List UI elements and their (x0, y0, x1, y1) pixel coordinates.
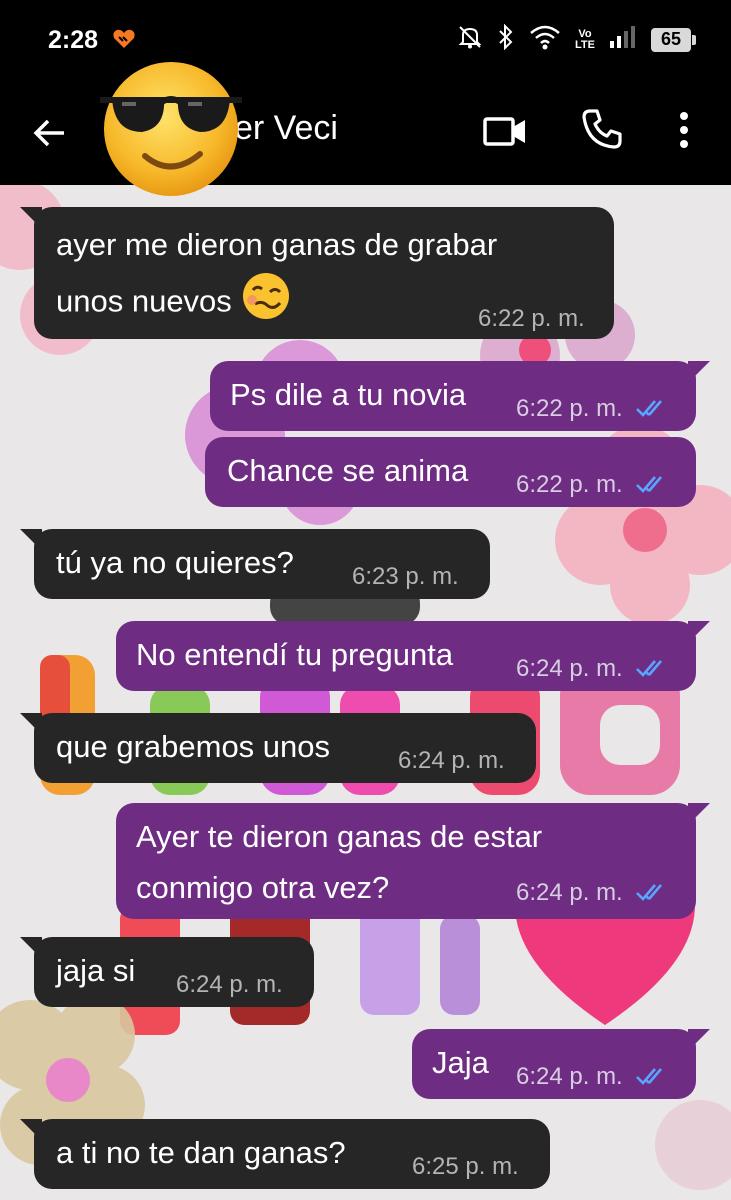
voice-call-button[interactable] (580, 107, 624, 151)
video-call-button[interactable] (482, 111, 528, 151)
notification-app-icon (112, 28, 136, 55)
message-text: conmigo otra vez? (136, 870, 390, 905)
bluetooth-icon (497, 23, 515, 55)
message-text: Ayer te dieron ganas de estar (136, 819, 543, 854)
back-button[interactable] (30, 113, 70, 153)
message-incoming[interactable]: tú ya no quieres? 6:23 p. m. (20, 529, 490, 599)
phone-icon (582, 109, 622, 149)
read-receipt-icon (635, 880, 669, 908)
message-incoming[interactable]: a ti no te dan ganas? 6:25 p. m. (20, 1119, 550, 1189)
message-outgoing[interactable]: Ayer te dieron ganas de estar conmigo ot… (116, 803, 710, 919)
message-time: 6:24 p. m. (398, 747, 505, 774)
message-time: 6:24 p. m. (176, 971, 283, 998)
signal-icon (609, 25, 637, 54)
read-receipt-icon (635, 1064, 669, 1092)
message-outgoing[interactable]: Jaja 6:24 p. m. (412, 1029, 710, 1099)
read-receipt-icon (635, 472, 669, 500)
message-text: ayer me dieron ganas de grabar (56, 227, 498, 262)
message-list: ayer me dieron ganas de grabar unos nuev… (0, 185, 731, 1200)
message-outgoing[interactable]: No entendí tu pregunta 6:24 p. m. (116, 621, 710, 691)
mute-bell-icon (457, 24, 483, 55)
message-time: 6:23 p. m. (352, 563, 459, 590)
message-text: No entendí tu pregunta (136, 637, 454, 672)
message-outgoing[interactable]: Ps dile a tu novia 6:22 p. m. (210, 361, 710, 431)
battery-indicator: 65 (651, 27, 696, 52)
message-time: 6:25 p. m. (412, 1153, 519, 1180)
message-incoming[interactable]: jaja si 6:24 p. m. (20, 937, 314, 1007)
video-call-icon (483, 117, 525, 146)
message-time: 6:24 p. m. (516, 879, 623, 906)
arrow-back-icon (33, 119, 64, 147)
more-vert-icon (680, 112, 688, 148)
message-outgoing[interactable]: Chance se anima 6:22 p. m. (205, 437, 696, 507)
message-text: jaja si (56, 953, 136, 988)
message-text: Ps dile a tu novia (230, 377, 467, 412)
message-text: que grabemos unos (56, 729, 331, 764)
message-incoming[interactable]: ayer me dieron ganas de grabar unos nuev… (20, 207, 614, 339)
message-time: 6:22 p. m. (516, 395, 623, 422)
read-receipt-icon (635, 656, 669, 684)
more-options-button[interactable] (672, 107, 696, 153)
sunglasses-emoji-icon (100, 58, 242, 200)
wifi-icon (529, 24, 561, 55)
message-text: unos nuevos (56, 283, 232, 319)
message-time: 6:22 p. m. (478, 305, 585, 332)
message-text: a ti no te dan ganas? (56, 1135, 346, 1170)
message-time: 6:24 p. m. (516, 1063, 623, 1090)
message-text: Chance se anima (227, 453, 469, 488)
read-receipt-icon (635, 396, 669, 424)
contact-name[interactable]: er Veci (234, 109, 338, 148)
message-text: tú ya no quieres? (56, 545, 294, 580)
message-time: 6:22 p. m. (516, 471, 623, 498)
message-text: Jaja (432, 1045, 489, 1080)
volte-indicator: Vo LTE (575, 28, 595, 51)
woozy-face-emoji-icon (240, 270, 292, 337)
message-incoming[interactable]: que grabemos unos 6:24 p. m. (20, 713, 536, 783)
volte-line2: LTE (575, 38, 595, 51)
message-time: 6:24 p. m. (516, 655, 623, 682)
status-time: 2:28 (48, 26, 99, 54)
